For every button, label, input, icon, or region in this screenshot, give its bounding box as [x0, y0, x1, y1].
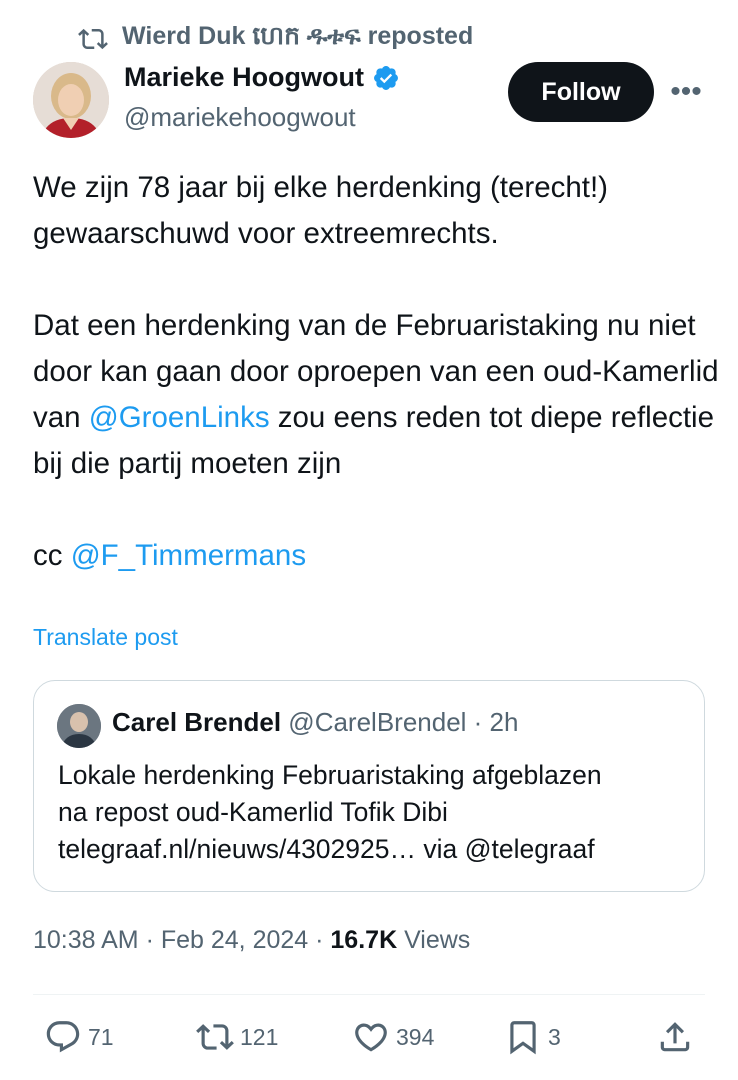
mention-groenlinks[interactable]: @GroenLinks [89, 401, 270, 434]
quoted-line-3: telegraaf.nl/nieuws/4302925… via @telegr… [58, 834, 595, 864]
follow-button[interactable]: Follow [508, 62, 654, 122]
views-label: Views [397, 926, 471, 954]
quoted-line-1: Lokale herdenking Februaristaking afgebl… [58, 760, 602, 790]
reply-icon [46, 1021, 80, 1053]
post-paragraph-3: cc @F_Timmermans [33, 533, 723, 579]
post-metadata: 10:38 AM · Feb 24, 2024 · 16.7K Views [33, 926, 470, 955]
mention-timmermans[interactable]: @F_Timmermans [71, 539, 306, 572]
quoted-line-2: na repost oud-Kamerlid Tofik Dibi [58, 797, 448, 827]
author-name[interactable]: Marieke Hoogwout [124, 62, 364, 93]
bookmark-count: 3 [548, 1023, 561, 1050]
repost-button[interactable]: 121 [196, 1018, 278, 1056]
repost-header[interactable]: Wierd Duk ហេក ዱቱፍ reposted [78, 22, 473, 56]
repost-label: Wierd Duk ហេក ዱቱፍ reposted [122, 22, 474, 50]
quoted-author-meta: @CarelBrendel · 2h [281, 707, 519, 737]
bookmark-icon [510, 1021, 536, 1055]
author-handle[interactable]: @mariekehoogwout [124, 102, 356, 133]
bookmark-button[interactable]: 3 [504, 1018, 561, 1056]
post-paragraph-2: Dat een herdenking van de Februaristakin… [33, 303, 723, 487]
quoted-author-name[interactable]: Carel Brendel [112, 707, 281, 737]
reply-button[interactable]: 71 [44, 1018, 114, 1056]
reply-count: 71 [88, 1023, 114, 1050]
translate-post-link[interactable]: Translate post [33, 624, 178, 651]
post-text: We zijn 78 jaar bij elke herdenking (ter… [33, 165, 723, 579]
heart-icon [355, 1023, 387, 1052]
post-paragraph-1: We zijn 78 jaar bij elke herdenking (ter… [33, 171, 608, 250]
share-button[interactable] [656, 1018, 700, 1056]
share-icon [660, 1022, 690, 1052]
repost-action-icon [196, 1024, 234, 1050]
cc-prefix: cc [33, 539, 71, 572]
action-bar: 71 121 394 3 [0, 1018, 738, 1066]
views-count: 16.7K [330, 926, 398, 954]
repost-icon [78, 28, 108, 50]
author-name-row[interactable]: Marieke Hoogwout [124, 62, 400, 93]
more-options-icon[interactable]: ••• [668, 75, 704, 108]
like-button[interactable]: 394 [352, 1018, 434, 1056]
post-timestamp[interactable]: 10:38 AM · Feb 24, 2024 · [33, 926, 330, 954]
verified-badge-icon [374, 65, 398, 90]
quoted-header: Carel Brendel @CarelBrendel · 2h [112, 707, 518, 738]
avatar[interactable] [33, 62, 109, 138]
quoted-post[interactable]: Carel Brendel @CarelBrendel · 2h Lokale … [33, 680, 705, 892]
repost-count: 121 [240, 1023, 279, 1050]
quoted-text: Lokale herdenking Februaristaking afgebl… [58, 757, 688, 868]
like-count: 394 [396, 1023, 435, 1050]
divider [33, 994, 705, 995]
quoted-avatar[interactable] [57, 704, 101, 748]
